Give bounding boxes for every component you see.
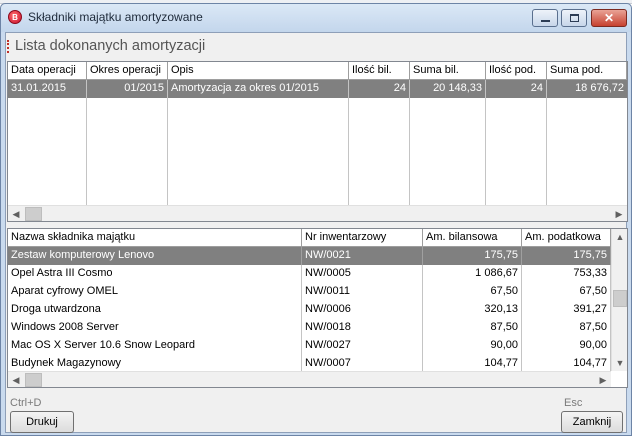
cell-am-bil: 175,75 bbox=[423, 247, 522, 265]
arrow-left-icon[interactable]: ◀ bbox=[8, 372, 24, 387]
column-header-suma-bil[interactable]: Suma bil. bbox=[410, 62, 486, 80]
column-divider bbox=[546, 80, 547, 205]
scrollbar-thumb[interactable] bbox=[613, 290, 627, 307]
cell-nazwa: Droga utwardzona bbox=[8, 301, 302, 319]
cell-nazwa: Zestaw komputerowy Lenovo bbox=[8, 247, 302, 265]
cell-nr: NW/0021 bbox=[302, 247, 423, 265]
vertical-scrollbar[interactable]: ▲ ▼ bbox=[611, 229, 627, 371]
column-header-nr-inwentarzowy[interactable]: Nr inwentarzowy bbox=[302, 229, 423, 247]
cell-am-pod: 175,75 bbox=[522, 247, 611, 265]
arrow-right-icon[interactable]: ▶ bbox=[611, 206, 627, 221]
grid-header: Data operacji Okres operacji Opis Ilość … bbox=[8, 62, 627, 80]
scrollbar-thumb[interactable] bbox=[25, 373, 42, 387]
horizontal-scrollbar[interactable]: ◀ ▶ bbox=[8, 371, 611, 387]
column-header-okres-operacji[interactable]: Okres operacji bbox=[87, 62, 168, 80]
column-divider bbox=[167, 80, 168, 205]
depreciated-assets-grid[interactable]: Nazwa składnika majątku Nr inwentarzowy … bbox=[7, 228, 628, 388]
scrollbar-thumb[interactable] bbox=[25, 207, 42, 221]
arrow-left-icon[interactable]: ◀ bbox=[8, 206, 24, 221]
print-button[interactable]: Drukuj bbox=[10, 411, 74, 433]
horizontal-scrollbar[interactable]: ◀ ▶ bbox=[8, 205, 627, 221]
cell-nr: NW/0018 bbox=[302, 319, 423, 337]
column-header-nazwa[interactable]: Nazwa składnika majątku bbox=[8, 229, 302, 247]
cell-nazwa: Aparat cyfrowy OMEL bbox=[8, 283, 302, 301]
cell-data-operacji: 31.01.2015 bbox=[8, 80, 87, 98]
section-title: Lista dokonanych amortyzacji bbox=[15, 38, 206, 54]
cell-suma-bil: 20 148,33 bbox=[410, 80, 486, 98]
arrow-down-icon[interactable]: ▼ bbox=[612, 355, 627, 371]
dialog-window: B Składniki majątku amortyzowane ✕ Lista… bbox=[0, 3, 632, 436]
title-bar[interactable]: B Składniki majątku amortyzowane ✕ bbox=[1, 4, 631, 32]
cell-ilosc-pod: 24 bbox=[486, 80, 547, 98]
grid-header: Nazwa składnika majątku Nr inwentarzowy … bbox=[8, 229, 611, 247]
table-row[interactable]: Mac OS X Server 10.6 Snow Leopard NW/002… bbox=[8, 337, 611, 355]
column-divider bbox=[86, 80, 87, 205]
cell-okres-operacji: 01/2015 bbox=[87, 80, 168, 98]
table-row[interactable]: Zestaw komputerowy Lenovo NW/0021 175,75… bbox=[8, 247, 611, 265]
cell-nr: NW/0027 bbox=[302, 337, 423, 355]
column-header-ilosc-pod[interactable]: Ilość pod. bbox=[486, 62, 547, 80]
column-header-am-podatkowa[interactable]: Am. podatkowa bbox=[522, 229, 611, 247]
bank-app-icon: B bbox=[8, 10, 22, 24]
arrow-right-icon[interactable]: ▶ bbox=[595, 372, 611, 387]
column-divider bbox=[348, 80, 349, 205]
cell-am-bil: 90,00 bbox=[423, 337, 522, 355]
column-header-opis[interactable]: Opis bbox=[168, 62, 349, 80]
close-shortcut-hint: Esc bbox=[564, 397, 583, 409]
minimize-icon bbox=[541, 20, 550, 22]
cell-nazwa: Windows 2008 Server bbox=[8, 319, 302, 337]
table-row[interactable]: 31.01.2015 01/2015 Amortyzacja za okres … bbox=[8, 80, 627, 98]
column-header-suma-pod[interactable]: Suma pod. bbox=[547, 62, 627, 80]
cell-am-pod: 391,27 bbox=[522, 301, 611, 319]
cell-am-bil: 320,13 bbox=[423, 301, 522, 319]
arrow-up-icon[interactable]: ▲ bbox=[612, 229, 627, 245]
close-button[interactable]: Zamknij bbox=[561, 411, 623, 433]
dialog-client-area: Lista dokonanych amortyzacji Data operac… bbox=[5, 32, 628, 433]
minimize-button[interactable] bbox=[532, 9, 558, 27]
column-header-ilosc-bil[interactable]: Ilość bil. bbox=[349, 62, 410, 80]
cell-nr: NW/0005 bbox=[302, 265, 423, 283]
cell-nr: NW/0011 bbox=[302, 283, 423, 301]
table-row[interactable]: Aparat cyfrowy OMEL NW/0011 67,50 67,50 bbox=[8, 283, 611, 301]
column-divider bbox=[409, 80, 410, 205]
cell-am-pod: 90,00 bbox=[522, 337, 611, 355]
table-row[interactable]: Opel Astra III Cosmo NW/0005 1 086,67 75… bbox=[8, 265, 611, 283]
close-icon: ✕ bbox=[603, 11, 615, 25]
table-row[interactable]: Windows 2008 Server NW/0018 87,50 87,50 bbox=[8, 319, 611, 337]
cell-ilosc-bil: 24 bbox=[349, 80, 410, 98]
cell-am-pod: 87,50 bbox=[522, 319, 611, 337]
cell-am-pod: 67,50 bbox=[522, 283, 611, 301]
cell-nazwa: Opel Astra III Cosmo bbox=[8, 265, 302, 283]
table-row[interactable]: Droga utwardzona NW/0006 320,13 391,27 bbox=[8, 301, 611, 319]
cell-suma-pod: 18 676,72 bbox=[547, 80, 627, 98]
cell-nazwa: Mac OS X Server 10.6 Snow Leopard bbox=[8, 337, 302, 355]
cell-am-pod: 753,33 bbox=[522, 265, 611, 283]
maximize-button[interactable] bbox=[561, 9, 587, 27]
print-shortcut-hint: Ctrl+D bbox=[10, 397, 42, 409]
cell-nr: NW/0006 bbox=[302, 301, 423, 319]
section-marker-icon bbox=[7, 40, 10, 53]
cell-opis: Amortyzacja za okres 01/2015 bbox=[168, 80, 349, 98]
close-window-button[interactable]: ✕ bbox=[591, 9, 627, 27]
depreciation-operations-grid[interactable]: Data operacji Okres operacji Opis Ilość … bbox=[7, 61, 628, 222]
cell-am-bil: 1 086,67 bbox=[423, 265, 522, 283]
cell-am-bil: 87,50 bbox=[423, 319, 522, 337]
maximize-icon bbox=[570, 14, 579, 22]
cell-am-bil: 67,50 bbox=[423, 283, 522, 301]
column-header-data-operacji[interactable]: Data operacji bbox=[8, 62, 87, 80]
window-title: Składniki majątku amortyzowane bbox=[28, 10, 203, 24]
column-header-am-bilansowa[interactable]: Am. bilansowa bbox=[423, 229, 522, 247]
column-divider bbox=[485, 80, 486, 205]
